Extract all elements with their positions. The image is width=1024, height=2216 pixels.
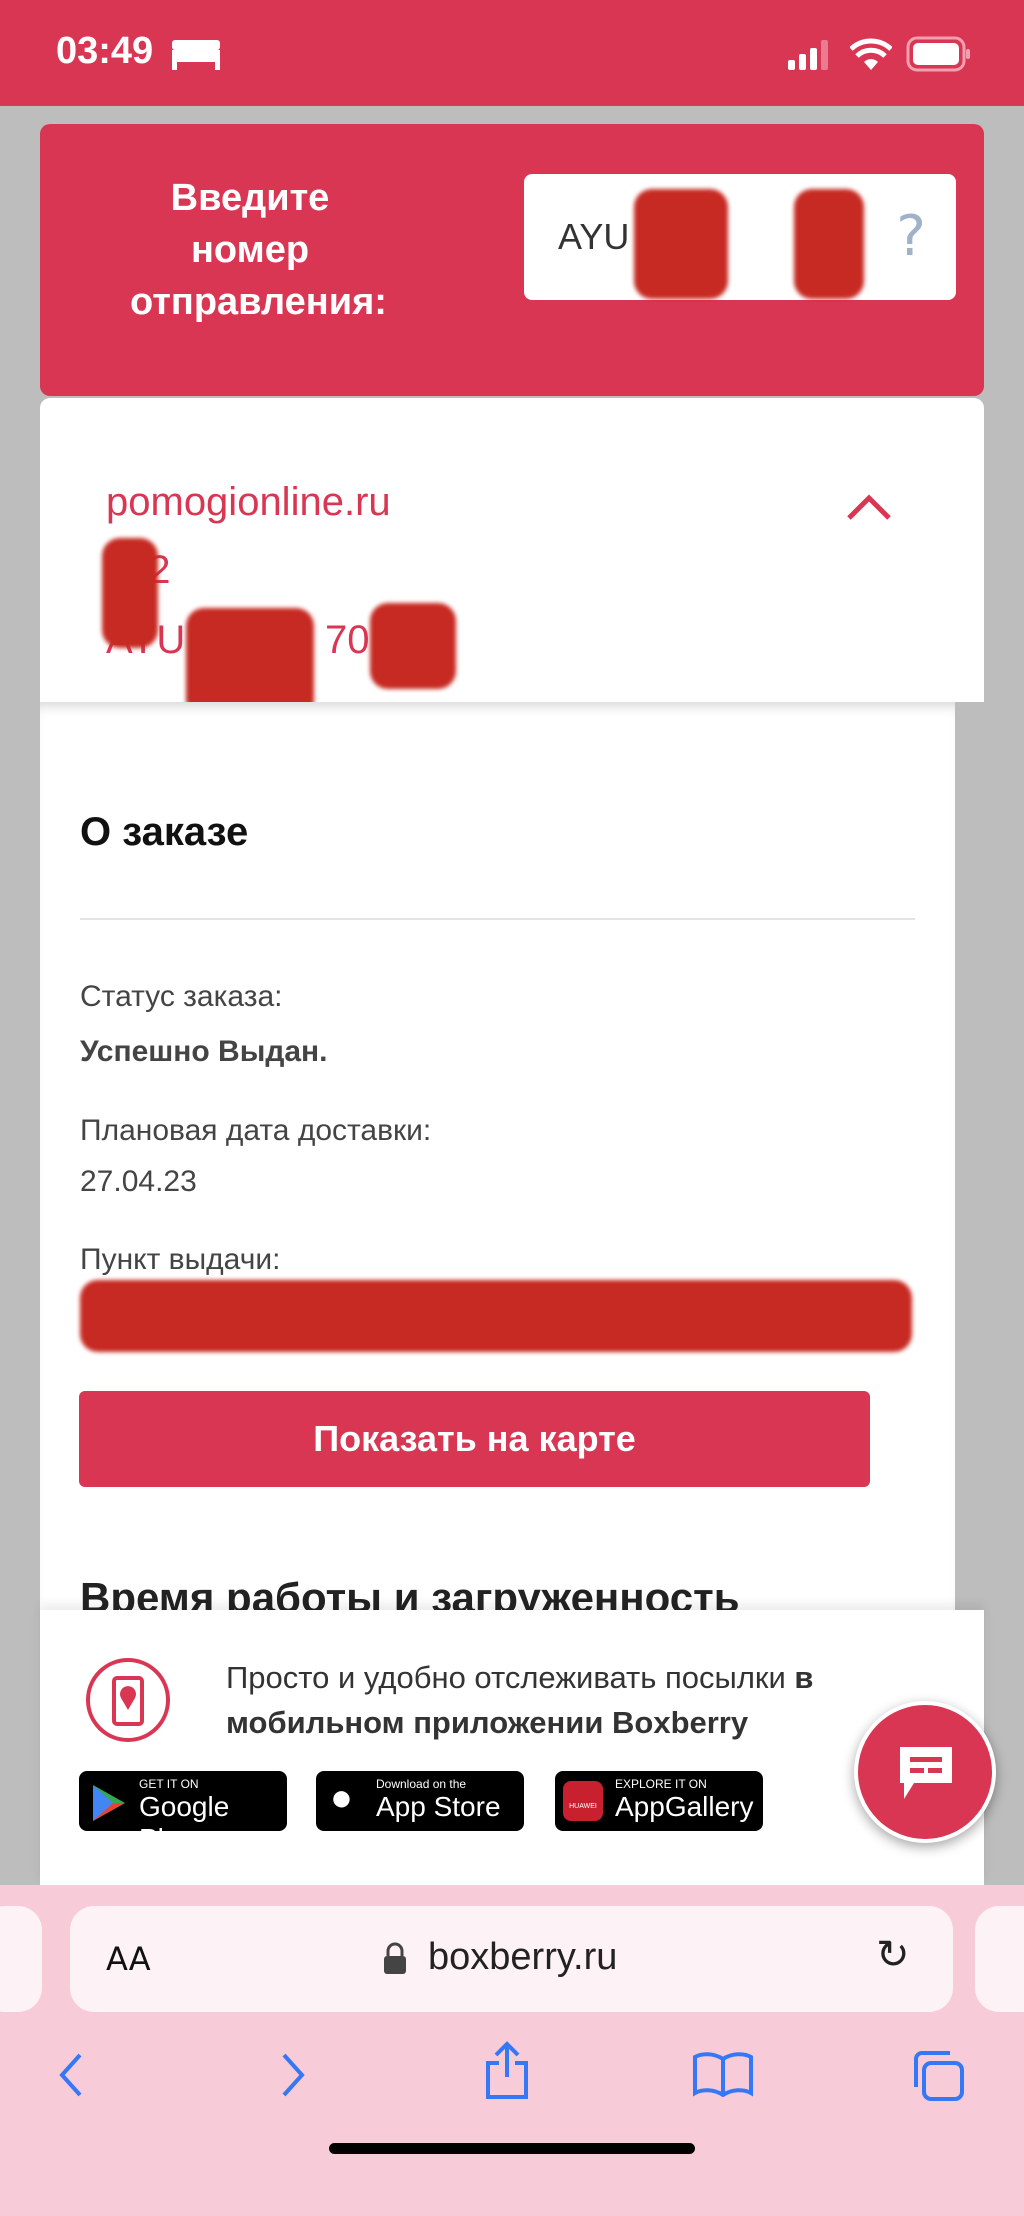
safari-toolbar: AA boxberry.ru ↻ <box>0 1885 1024 2216</box>
status-value: Успешно Выдан. <box>80 1035 328 1068</box>
clock: 03:49 <box>56 30 154 72</box>
lock-icon <box>384 1942 406 1974</box>
pickup-label: Пункт выдачи: <box>80 1243 281 1276</box>
tracking-number-input[interactable]: AYU 070 ? <box>524 174 956 300</box>
delivery-date-value: 27.04.23 <box>80 1165 197 1198</box>
chat-button[interactable] <box>854 1701 996 1843</box>
forward-icon[interactable] <box>278 2051 308 2099</box>
reader-settings-button[interactable]: AA <box>106 1940 151 1978</box>
tracking-end: 70 <box>325 618 370 662</box>
google-play-badge[interactable]: GET IT ON Google Play <box>79 1771 287 1854</box>
address-bar[interactable]: AA boxberry.ru ↻ <box>70 1906 953 2012</box>
next-tab-preview[interactable] <box>975 1906 1024 2012</box>
apple-icon: ● <box>330 1777 353 1819</box>
promo-text-regular: Просто и удобно отслеживать посылки <box>226 1660 795 1695</box>
bed-icon <box>172 40 220 70</box>
huawei-icon: HUAWEI <box>563 1781 603 1821</box>
tabs-icon[interactable] <box>910 2049 966 2103</box>
home-indicator <box>329 2143 695 2154</box>
help-icon[interactable]: ? <box>896 204 926 269</box>
sender-name: pomogionline.ru <box>106 480 391 524</box>
divider <box>80 918 915 920</box>
badge-small-text: EXPLORE IT ON <box>615 1777 707 1791</box>
phone-location-icon <box>86 1658 170 1742</box>
tracking-prompt: Введите номер отправления: <box>130 177 387 323</box>
badge-small-text: Download on the <box>376 1777 467 1791</box>
promo-text: Просто и удобно отслеживать посылки в мо… <box>226 1655 946 1745</box>
delivery-date-label: Плановая дата доставки: <box>80 1114 432 1147</box>
google-play-icon <box>93 1785 125 1821</box>
badge-big-text: Google Play <box>139 1791 230 1854</box>
order-title: О заказе <box>80 810 249 854</box>
back-icon[interactable] <box>56 2051 86 2099</box>
app-gallery-badge[interactable]: HUAWEI EXPLORE IT ON AppGallery <box>555 1771 763 1831</box>
badge-small-text: GET IT ON <box>139 1777 199 1791</box>
chevron-up-icon[interactable] <box>846 492 892 522</box>
redaction <box>370 603 456 689</box>
previous-tab-preview[interactable] <box>0 1906 42 2012</box>
bookmarks-icon[interactable] <box>692 2051 754 2097</box>
status-bar: 03:49 <box>0 0 1024 106</box>
redaction <box>794 189 864 299</box>
status-label: Статус заказа: <box>80 980 283 1013</box>
show-on-map-button[interactable]: Показать на карте <box>79 1391 870 1487</box>
redaction <box>634 189 728 299</box>
badge-big-text: AppGallery <box>615 1791 754 1822</box>
shipment-header[interactable]: pomogionline.ru 72 AYU 70 <box>40 398 984 718</box>
order-details: О заказе Статус заказа: Успешно Выдан. П… <box>40 702 955 1621</box>
tracking-search-panel: Введите номер отправления: AYU 070 ? <box>40 124 984 396</box>
battery-icon <box>906 36 970 72</box>
redaction <box>102 538 158 648</box>
share-icon[interactable] <box>482 2041 532 2101</box>
app-promo-banner: Просто и удобно отслеживать посылки в мо… <box>40 1610 984 1885</box>
redaction <box>80 1280 912 1352</box>
reload-icon[interactable]: ↻ <box>876 1932 910 1978</box>
url-text: boxberry.ru <box>428 1936 618 1978</box>
cellular-signal-icon <box>788 40 828 70</box>
app-store-badge[interactable]: ● Download on the App Store <box>316 1771 524 1831</box>
wifi-icon <box>850 38 892 70</box>
chat-icon <box>900 1747 952 1799</box>
badge-big-text: App Store <box>376 1791 501 1822</box>
